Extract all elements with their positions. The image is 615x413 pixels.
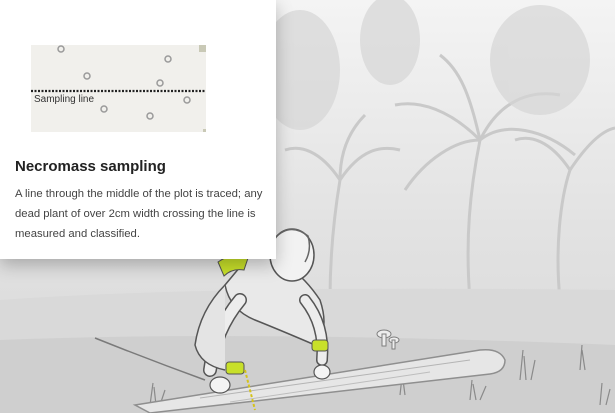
card-description: A line through the middle of the plot is…: [15, 188, 263, 240]
sampling-diagram: Sampling line: [31, 45, 206, 132]
sampling-line-label: Sampling line: [34, 94, 95, 105]
info-card: Sampling line Necromass sampling A line …: [0, 0, 276, 259]
sampling-diagram-graphic: [31, 45, 206, 132]
sample-points: [57, 45, 191, 120]
card-title: Necromass sampling: [15, 158, 166, 175]
plot-corner-marker: [199, 45, 206, 52]
plot-corner-marker: [203, 129, 206, 132]
